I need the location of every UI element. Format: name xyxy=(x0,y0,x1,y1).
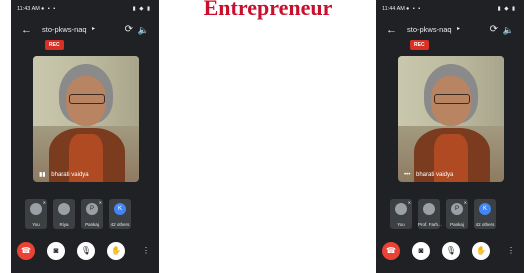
presenter-name-tag: ▮▮ bharati vaidya xyxy=(39,171,89,178)
speaker-icon[interactable]: 🔈 xyxy=(138,25,149,36)
status-time: 11:44 AM xyxy=(382,6,405,12)
participant-label: You xyxy=(32,222,40,227)
participant-label: 42 others xyxy=(110,222,130,227)
end-call-icon[interactable]: ☎ xyxy=(382,242,400,260)
participant-label: You xyxy=(397,222,405,227)
avatar: P xyxy=(451,203,463,215)
participant-label: 42 others xyxy=(475,222,495,227)
presenter-name: bharati vaidya xyxy=(415,172,454,178)
meeting-header: ← sto-pkws-naq ▸ ⟳ 🔈 xyxy=(11,22,159,42)
more-options-icon[interactable]: ⋮ xyxy=(502,242,520,260)
avatar xyxy=(58,203,70,215)
mic-off-icon: ✕ xyxy=(98,200,102,205)
call-controls: ☎ ◙ 🎙 ✋ ⋮ xyxy=(376,240,524,264)
more-dots-icon: ••• xyxy=(404,172,411,178)
phone-left: 11:43 AM ● ▪ ▪ ▮ ◆ ▮ ← sto-pkws-naq ▸ ⟳ … xyxy=(11,0,159,273)
raise-hand-icon[interactable]: ✋ xyxy=(107,242,125,260)
recording-badge: REC xyxy=(45,40,64,50)
participant-tile[interactable]: K 42 others xyxy=(474,199,496,229)
meeting-header: ← sto-pkws-naq ▸ ⟳ 🔈 xyxy=(376,22,524,42)
status-bar: 11:43 AM ● ▪ ▪ ▮ ◆ ▮ xyxy=(11,0,159,18)
avatar xyxy=(395,203,407,215)
arrow-left-icon[interactable]: ← xyxy=(386,24,397,36)
participant-tile[interactable]: P ✕ Pankaj xyxy=(81,199,103,229)
presenter-name-tag: ••• bharati vaidya xyxy=(404,172,453,178)
participant-label: Prof. Farh... xyxy=(418,222,442,227)
participant-label: Pankaj xyxy=(85,222,99,227)
meeting-code[interactable]: sto-pkws-naq xyxy=(42,25,87,34)
avatar: P xyxy=(86,203,98,215)
phone-right: 11:44 AM ● ▪ ▪ ▮ ◆ ▮ ← sto-pkws-naq ▸ ⟳ … xyxy=(376,0,524,273)
notification-icons: ● ▪ ▪ xyxy=(406,6,422,12)
screen: Entrepreneur 11:43 AM ● ▪ ▪ ▮ ◆ ▮ ← sto-… xyxy=(0,0,526,273)
participant-tile[interactable]: P ✕ Pankaj xyxy=(446,199,468,229)
presenter-video[interactable]: ••• bharati vaidya xyxy=(398,56,504,182)
slide-title: Entrepreneur xyxy=(203,0,333,20)
arrow-left-icon[interactable]: ← xyxy=(21,24,32,36)
participant-label: Riya xyxy=(59,222,69,227)
mic-off-icon: ✕ xyxy=(42,200,46,205)
switch-camera-icon[interactable]: ⟳ xyxy=(125,24,133,35)
chevron-right-icon[interactable]: ▸ xyxy=(92,25,95,32)
avatar xyxy=(30,203,42,215)
participant-strip: ✕ You Prof. Farh... P ✕ Pankaj K 42 othe… xyxy=(390,199,516,233)
video-off-icon[interactable]: ◙ xyxy=(412,242,430,260)
participant-tile[interactable]: Prof. Farh... xyxy=(418,199,442,229)
participant-tile[interactable]: ✕ You xyxy=(390,199,412,229)
presenter-video[interactable]: ▮▮ bharati vaidya xyxy=(33,56,139,182)
participant-strip: ✕ You Riya P ✕ Pankaj K 42 others xyxy=(25,199,151,233)
mic-off-icon[interactable]: 🎙 xyxy=(77,242,95,260)
meeting-code[interactable]: sto-pkws-naq xyxy=(407,25,452,34)
more-options-icon[interactable]: ⋮ xyxy=(137,242,155,260)
participant-label: Pankaj xyxy=(450,222,464,227)
audio-level-icon: ▮▮ xyxy=(39,172,46,178)
call-controls: ☎ ◙ 🎙 ✋ ⋮ xyxy=(11,240,159,264)
mic-off-icon: ✕ xyxy=(407,200,411,205)
video-off-icon[interactable]: ◙ xyxy=(47,242,65,260)
recording-badge: REC xyxy=(410,40,429,50)
avatar: K xyxy=(479,203,491,215)
mic-off-icon: ✕ xyxy=(463,200,467,205)
switch-camera-icon[interactable]: ⟳ xyxy=(490,24,498,35)
status-bar: 11:44 AM ● ▪ ▪ ▮ ◆ ▮ xyxy=(376,0,524,18)
signal-battery-icons: ▮ ◆ ▮ xyxy=(497,6,516,12)
status-time: 11:43 AM xyxy=(17,6,40,12)
mic-off-icon[interactable]: 🎙 xyxy=(442,242,460,260)
participant-tile[interactable]: Riya xyxy=(53,199,75,229)
participant-tile[interactable]: ✕ You xyxy=(25,199,47,229)
raise-hand-icon[interactable]: ✋ xyxy=(472,242,490,260)
presenter-name: bharati vaidya xyxy=(51,172,89,178)
signal-battery-icons: ▮ ◆ ▮ xyxy=(132,6,151,12)
end-call-icon[interactable]: ☎ xyxy=(17,242,35,260)
avatar xyxy=(423,203,435,215)
notification-icons: ● ▪ ▪ xyxy=(41,6,57,12)
chevron-right-icon[interactable]: ▸ xyxy=(457,25,460,32)
speaker-icon[interactable]: 🔈 xyxy=(503,25,514,36)
participant-tile[interactable]: K 42 others xyxy=(109,199,131,229)
avatar: K xyxy=(114,203,126,215)
